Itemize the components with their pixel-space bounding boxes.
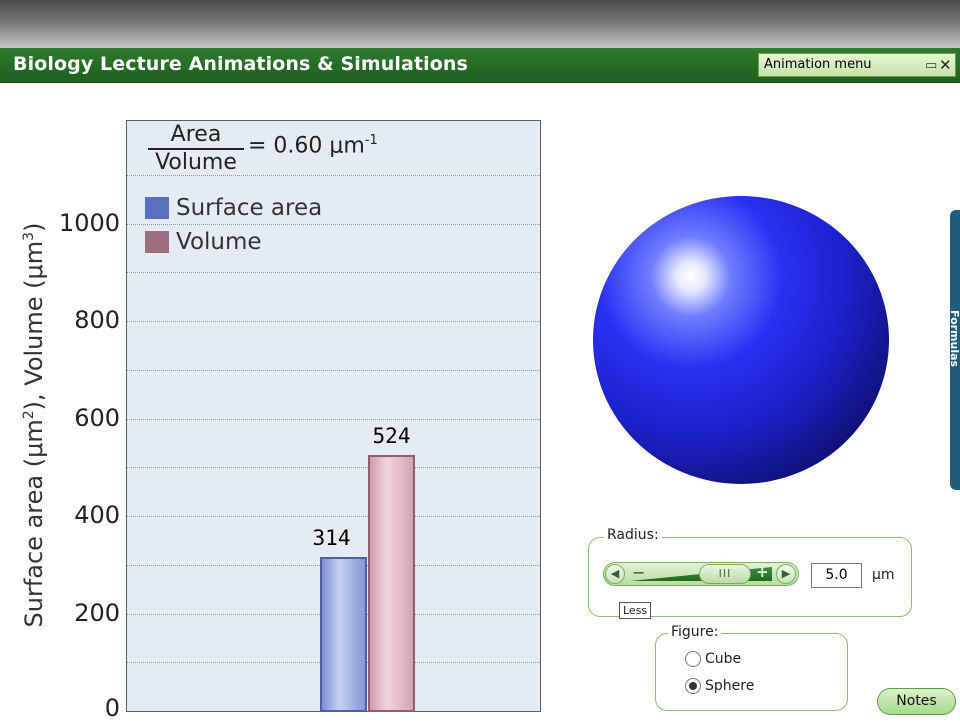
legend-label-volume: Volume <box>176 229 262 255</box>
y-tick-label: 1000 <box>58 208 120 237</box>
figure-title: Figure: <box>668 624 722 640</box>
gridline <box>127 272 540 274</box>
y-tick-label: 400 <box>74 501 120 529</box>
radio-sphere[interactable] <box>685 678 701 694</box>
gridline <box>127 223 540 225</box>
legend-label-surface-area: Surface area <box>176 195 323 221</box>
legend-swatch-volume <box>145 231 169 253</box>
radius-unit: μm <box>872 567 895 583</box>
top-gradient-bar <box>0 0 960 48</box>
slider-right-arrow-icon[interactable]: ▶ <box>776 564 796 584</box>
radius-slider-thumb[interactable]: III <box>699 564 751 584</box>
gridline <box>127 467 540 469</box>
area-volume-fraction: Area Volume <box>148 122 244 175</box>
slider-plus-icon[interactable]: + <box>756 563 769 581</box>
notes-button[interactable]: Notes <box>877 688 956 715</box>
bar-data-label: 524 <box>372 423 411 448</box>
gridline <box>127 516 540 517</box>
figure-panel <box>655 633 848 711</box>
radius-title: Radius: <box>604 527 662 543</box>
gridline <box>127 321 540 322</box>
legend-swatch-surface-area <box>145 197 169 219</box>
radio-label-cube[interactable]: Cube <box>705 651 741 667</box>
bar-volume <box>368 454 415 712</box>
y-axis-label: Surface area (μm2), Volume (μm3) <box>20 222 48 628</box>
bar-data-label: 314 <box>312 525 351 550</box>
y-tick-label: 800 <box>74 306 120 334</box>
bar-surface-area <box>320 556 367 712</box>
restore-icon[interactable]: ▭ <box>925 58 937 73</box>
page-title: Biology Lecture Animations & Simulations <box>13 53 468 75</box>
radio-label-sphere[interactable]: Sphere <box>705 678 754 694</box>
animation-menu[interactable]: Animation menu ▭ ✕ <box>758 53 956 77</box>
slider-minus-icon[interactable]: − <box>632 563 645 582</box>
fraction-numerator: Area <box>170 122 222 147</box>
radius-input[interactable]: 5.0 <box>811 563 862 588</box>
slider-left-arrow-icon[interactable]: ◀ <box>605 564 625 584</box>
ratio-value: = 0.60 μm-1 <box>248 133 378 159</box>
tooltip-less: Less <box>619 602 652 619</box>
formulas-label: Formulas <box>948 310 960 368</box>
y-tick-label: 0 <box>104 694 120 722</box>
formulas-tab[interactable]: Formulas <box>948 210 960 490</box>
gridline <box>127 418 540 420</box>
y-tick-label: 600 <box>74 403 120 432</box>
close-icon[interactable]: ✕ <box>939 56 952 74</box>
animation-menu-label: Animation menu <box>764 57 872 72</box>
gridline <box>127 369 540 371</box>
y-tick-label: 200 <box>74 598 120 627</box>
radio-cube[interactable] <box>685 651 701 667</box>
fraction-denominator: Volume <box>155 150 237 175</box>
sphere-figure <box>593 196 889 484</box>
